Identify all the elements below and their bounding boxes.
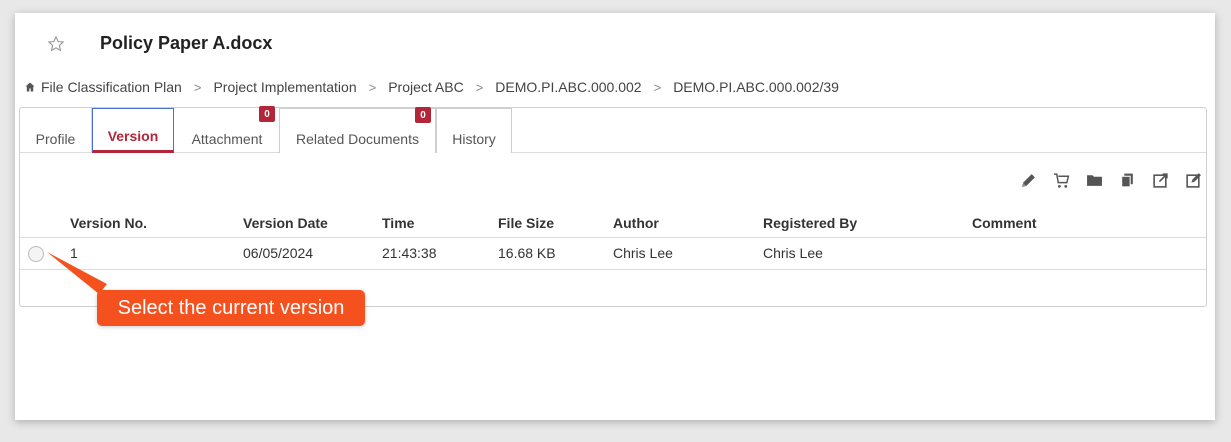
tab-version[interactable]: Version (92, 108, 174, 153)
related-documents-count-badge: 0 (415, 107, 431, 123)
checkout-icon[interactable] (1152, 172, 1169, 189)
document-window: Policy Paper A.docx File Classification … (15, 13, 1215, 420)
column-header-file-size[interactable]: File Size (498, 215, 554, 231)
copy-icon[interactable] (1119, 172, 1136, 189)
registered-by-cell: Chris Lee (763, 245, 823, 261)
breadcrumb-item[interactable]: File Classification Plan (41, 79, 182, 95)
breadcrumb-separator: > (475, 79, 484, 95)
tab-bar: Profile Version Attachment 0 Related Doc… (20, 106, 1206, 153)
tab-label: Attachment (191, 131, 263, 147)
table-header: Version No. Version Date Time File Size … (20, 208, 1206, 238)
tab-panel: Profile Version Attachment 0 Related Doc… (19, 106, 1207, 307)
column-header-comment[interactable]: Comment (972, 215, 1037, 231)
column-header-version-date[interactable]: Version Date (243, 215, 328, 231)
tab-profile[interactable]: Profile (20, 108, 92, 153)
tab-related-documents[interactable]: Related Documents 0 (279, 107, 436, 153)
column-header-version-no[interactable]: Version No. (70, 215, 147, 231)
attachment-count-badge: 0 (259, 106, 275, 122)
folder-icon[interactable] (1086, 172, 1103, 189)
version-toolbar (1020, 172, 1202, 189)
breadcrumb-item[interactable]: DEMO.PI.ABC.000.002/39 (673, 79, 839, 95)
tab-label: Version (107, 128, 159, 144)
breadcrumb-separator: > (368, 79, 377, 95)
tab-attachment[interactable]: Attachment 0 (175, 106, 279, 153)
pencil-icon[interactable] (1020, 172, 1037, 189)
breadcrumb-separator: > (653, 79, 662, 95)
breadcrumb-item[interactable]: Project ABC (388, 79, 463, 95)
callout-text: Select the current version (117, 296, 345, 319)
tab-label: Related Documents (296, 131, 419, 147)
star-icon[interactable] (47, 35, 65, 53)
cart-icon[interactable] (1053, 172, 1070, 189)
page-title: Policy Paper A.docx (100, 33, 273, 53)
version-date-cell: 06/05/2024 (243, 245, 314, 261)
callout-tooltip: Select the current version (97, 290, 365, 326)
tab-label: Profile (35, 131, 76, 147)
column-header-registered-by[interactable]: Registered By (763, 215, 857, 231)
breadcrumb-item[interactable]: DEMO.PI.ABC.000.002 (495, 79, 641, 95)
time-cell: 21:43:38 (382, 245, 437, 261)
home-icon[interactable] (25, 82, 35, 92)
breadcrumb: File Classification Plan > Project Imple… (25, 79, 839, 95)
tab-history[interactable]: History (436, 108, 512, 153)
column-header-time[interactable]: Time (382, 215, 414, 231)
table-row[interactable]: 1 06/05/2024 21:43:38 16.68 KB Chris Lee… (20, 238, 1206, 270)
tab-label: History (452, 131, 496, 147)
breadcrumb-item[interactable]: Project Implementation (213, 79, 356, 95)
author-cell: Chris Lee (613, 245, 673, 261)
version-select-radio[interactable] (28, 246, 44, 262)
edit-icon[interactable] (1185, 172, 1202, 189)
file-size-cell: 16.68 KB (498, 245, 556, 261)
breadcrumb-separator: > (193, 79, 202, 95)
column-header-author[interactable]: Author (613, 215, 659, 231)
callout-pointer (47, 252, 107, 294)
